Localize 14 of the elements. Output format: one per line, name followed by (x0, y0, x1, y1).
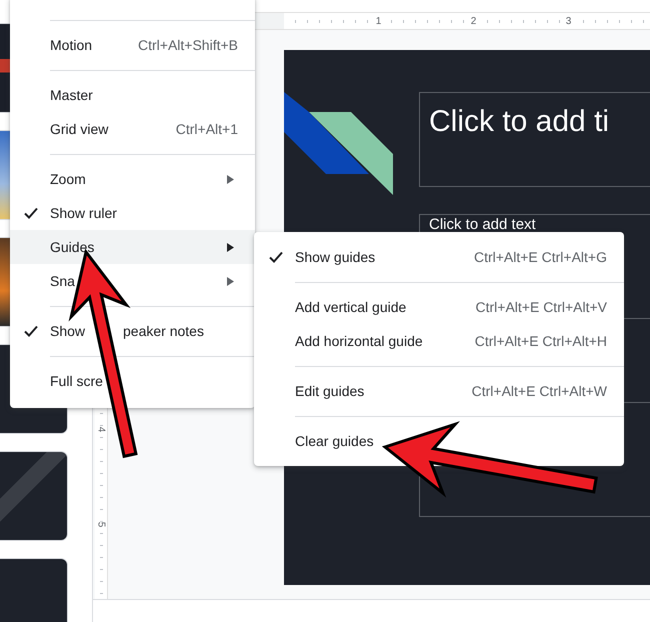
shortcut-label: Ctrl+Alt+E Ctrl+Alt+V (476, 299, 607, 315)
ruler-number: 2 (468, 16, 478, 26)
ruler-number: 3 (564, 16, 574, 26)
ruler-number: 1 (374, 16, 384, 26)
shortcut-label: Ctrl+Alt+E Ctrl+Alt+G (474, 249, 607, 265)
shortcut-label: Ctrl+Alt+E Ctrl+Alt+H (474, 333, 607, 349)
ruler-number: 4 (96, 426, 106, 432)
shortcut-label: Ctrl+Alt+Shift+B (138, 37, 238, 53)
title-text: Click to add ti (428, 104, 610, 140)
label-fragment: peaker notes (123, 323, 204, 339)
shortcut-label: Ctrl+Alt+1 (176, 121, 238, 137)
body-text: Click to add text (428, 215, 537, 234)
ruler-number: 5 (96, 522, 106, 528)
shortcut-label: Ctrl+Alt+E Ctrl+Alt+W (472, 383, 607, 399)
